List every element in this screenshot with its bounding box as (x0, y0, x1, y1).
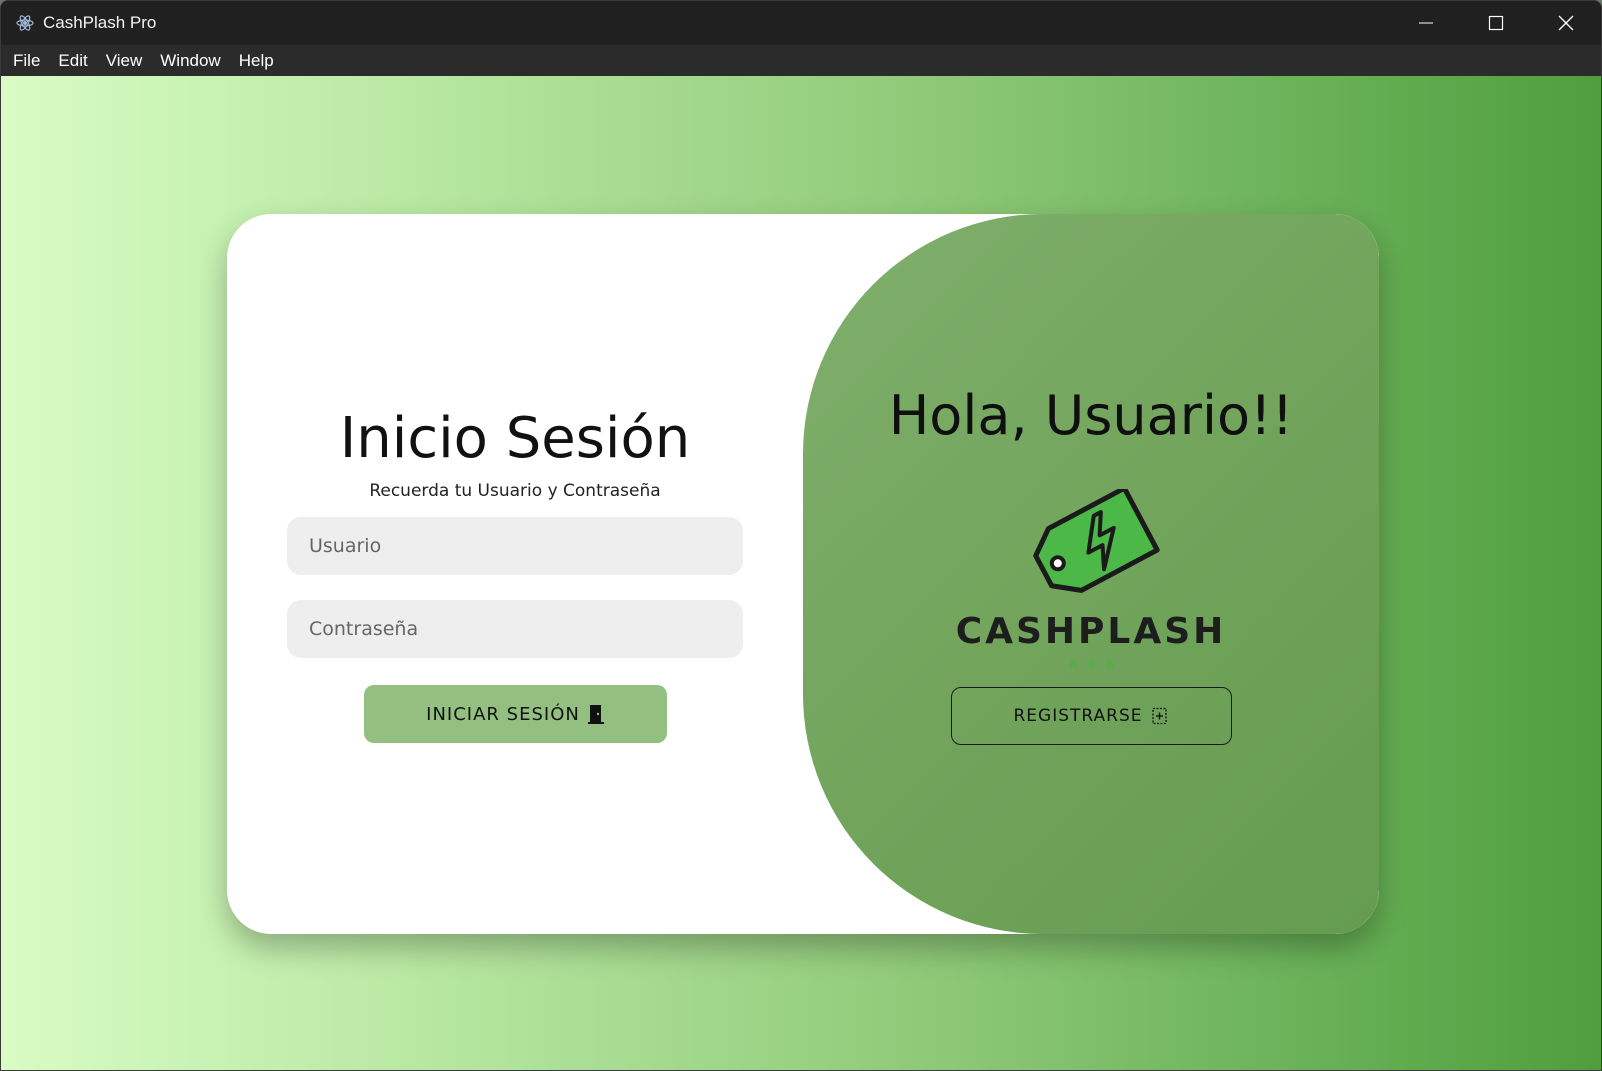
window-controls (1391, 1, 1601, 45)
brand-name: CASHPLASH (955, 611, 1227, 652)
door-icon (587, 705, 604, 724)
electron-icon (15, 13, 35, 33)
brand-dot (1086, 660, 1096, 669)
auth-card: Inicio Sesión Recuerda tu Usuario y Cont… (227, 214, 1379, 934)
maximize-button[interactable] (1461, 1, 1531, 45)
menu-view[interactable]: View (97, 45, 152, 76)
maximize-icon (1488, 15, 1504, 31)
register-button-label: REGISTRARSE (1013, 706, 1143, 726)
price-tag-lightning-icon (1033, 489, 1160, 593)
brand-dots (1068, 660, 1114, 669)
welcome-panel: Hola, Usuario!! CASHPLASH REGISTRARSE (803, 214, 1379, 934)
menu-file[interactable]: File (4, 45, 49, 76)
window-title: CashPlash Pro (43, 13, 157, 32)
menu-edit[interactable]: Edit (49, 45, 96, 76)
minimize-button[interactable] (1391, 1, 1461, 45)
login-panel: Inicio Sesión Recuerda tu Usuario y Cont… (227, 214, 803, 934)
title-bar[interactable]: CashPlash Pro (1, 1, 1601, 45)
close-button[interactable] (1531, 1, 1601, 45)
add-box-icon (1151, 707, 1167, 725)
login-button-label: INICIAR SESIÓN (426, 703, 580, 725)
login-subtitle: Recuerda tu Usuario y Contraseña (369, 481, 661, 501)
login-button[interactable]: INICIAR SESIÓN (363, 685, 667, 743)
minimize-icon (1419, 22, 1433, 24)
register-button[interactable]: REGISTRARSE (950, 687, 1232, 745)
username-input[interactable] (287, 517, 743, 575)
app-content: Inicio Sesión Recuerda tu Usuario y Cont… (1, 76, 1601, 1070)
menu-help[interactable]: Help (230, 45, 283, 76)
brand-dot (1068, 660, 1078, 669)
password-input[interactable] (287, 600, 743, 658)
login-title: Inicio Sesión (339, 406, 691, 471)
brand-dot (1104, 660, 1114, 669)
welcome-title: Hola, Usuario!! (888, 384, 1294, 447)
app-window: CashPlash Pro File Edit View Window Help… (0, 0, 1602, 1071)
menu-bar: File Edit View Window Help (1, 45, 1601, 76)
close-icon (1558, 15, 1574, 31)
menu-window[interactable]: Window (151, 45, 229, 76)
